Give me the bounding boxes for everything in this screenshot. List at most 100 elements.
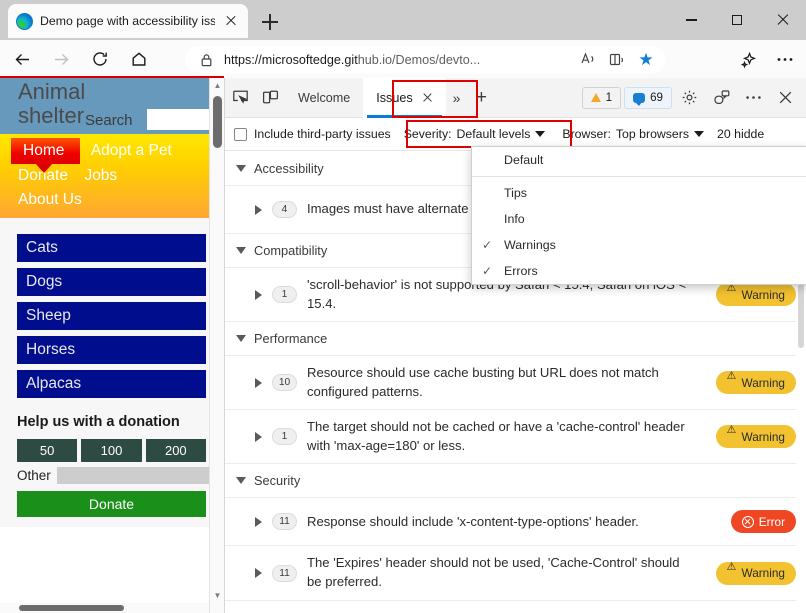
donation-amount-200[interactable]: 200 [145, 439, 206, 462]
issue-title: The 'Expires' header should not be used,… [307, 555, 680, 590]
browser-value: Top browsers [615, 127, 690, 141]
warning-triangle-icon [727, 281, 737, 299]
inspect-element-icon[interactable] [225, 78, 255, 118]
menu-item-label: Tips [504, 186, 527, 200]
issue-row[interactable]: 1 The target should not be cached or hav… [225, 410, 806, 465]
issue-count-badge: 1 [272, 286, 297, 304]
severity-dropdown-menu[interactable]: Default Tips Info ✓ Warnings ✓ Errors [471, 146, 806, 285]
browser-tab[interactable]: Demo page with accessibility iss [8, 4, 248, 38]
chevron-down-icon [236, 335, 246, 343]
app-window: Demo page with accessibility iss https:/… [0, 0, 806, 613]
site-category-cats[interactable]: Cats [17, 234, 206, 262]
site-nav-about[interactable]: About Us [12, 188, 88, 212]
chevron-down-icon [535, 131, 546, 137]
chevron-right-icon[interactable] [255, 431, 262, 442]
feedback-icon[interactable] [707, 84, 736, 112]
message-count: 69 [650, 91, 663, 104]
edge-logo-icon [16, 12, 33, 30]
menu-item-label: Warnings [504, 238, 556, 252]
donation-amount-100[interactable]: 100 [81, 439, 142, 462]
menu-item-info[interactable]: Info [472, 206, 806, 232]
menu-item-label: Default [504, 153, 544, 167]
issue-row[interactable]: 11 Response should include 'x-content-ty… [225, 498, 806, 547]
add-tool-button[interactable]: + [467, 78, 495, 118]
donation-other-input[interactable] [56, 467, 224, 484]
warning-triangle-icon [590, 93, 601, 102]
chevron-right-icon[interactable] [255, 204, 262, 215]
devtools-tab-welcome[interactable]: Welcome [285, 78, 363, 118]
home-icon[interactable] [122, 44, 156, 74]
menu-check-icon: ✓ [482, 264, 493, 278]
more-tabs-icon[interactable]: » [446, 90, 468, 106]
new-tab-button[interactable] [258, 10, 282, 34]
issue-group-performance[interactable]: Performance [225, 322, 806, 357]
browser-tab-title: Demo page with accessibility iss [40, 14, 215, 28]
site-category-horses[interactable]: Horses [17, 336, 206, 364]
site-nav-jobs[interactable]: Jobs [78, 164, 123, 188]
donation-amount-50[interactable]: 50 [17, 439, 78, 462]
device-emulation-icon[interactable] [255, 78, 285, 118]
site-category-sheep[interactable]: Sheep [17, 302, 206, 330]
site-search-input[interactable] [147, 109, 213, 130]
menu-item-warnings[interactable]: ✓ Warnings [472, 232, 806, 258]
minimize-button[interactable] [668, 0, 714, 40]
menu-item-errors[interactable]: ✓ Errors [472, 258, 806, 284]
browser-filter[interactable]: Browser: Top browsers [558, 125, 708, 143]
copilot-icon[interactable] [732, 46, 766, 73]
chevron-right-icon[interactable] [255, 516, 262, 527]
devtools-close-icon[interactable] [771, 84, 800, 112]
tab-close-icon[interactable] [222, 12, 240, 30]
issue-count-badge: 10 [272, 374, 297, 392]
refresh-icon[interactable] [83, 44, 117, 74]
chevron-down-icon [236, 247, 246, 254]
severity-value: Default levels [456, 127, 531, 141]
devtools-tab-issues[interactable]: Issues [363, 77, 446, 118]
chevron-right-icon[interactable] [255, 377, 262, 388]
issue-title: Resource should use cache busting but UR… [307, 365, 659, 399]
read-aloud-icon[interactable] [577, 49, 599, 71]
devtools-tab-bar: Welcome Issues » + 1 69 [225, 77, 806, 118]
chevron-right-icon[interactable] [255, 289, 262, 300]
site-nav-home[interactable]: Home [11, 138, 81, 173]
favorite-star-icon[interactable]: ★ [635, 49, 657, 71]
menu-item-default[interactable]: Default [472, 147, 806, 173]
issue-group-security[interactable]: Security [225, 464, 806, 499]
site-nav-row-1: Home Adopt a Pet [0, 138, 224, 173]
status-badge-label: Warning [741, 566, 786, 581]
devtools-more-icon[interactable] [739, 84, 768, 112]
status-badge-label: Warning [741, 287, 786, 302]
address-bar[interactable]: https://microsoftedge.github.io/Demos/de… [185, 46, 665, 73]
page-hscroll-thumb[interactable] [19, 605, 124, 611]
page-vertical-scrollbar[interactable]: ▲ ▼ [209, 78, 224, 613]
devtools-tab-close-icon[interactable] [422, 92, 433, 103]
maximize-button[interactable] [714, 0, 760, 40]
url-path: hub.io/Demos/devto... [357, 52, 481, 67]
back-icon[interactable] [5, 44, 39, 74]
site-header: Animal shelter Search [0, 78, 224, 134]
donate-button[interactable]: Donate [17, 491, 206, 517]
site-nav-adopt[interactable]: Adopt a Pet [85, 139, 178, 163]
gear-icon[interactable] [675, 84, 704, 112]
menu-item-tips[interactable]: Tips [472, 180, 806, 206]
close-window-button[interactable] [760, 0, 806, 40]
warning-counter[interactable]: 1 [581, 86, 622, 109]
browser-more-icon[interactable] [768, 46, 802, 73]
scroll-up-icon[interactable]: ▲ [210, 78, 224, 93]
issue-row[interactable]: 10 Resource should use cache busting but… [225, 356, 806, 411]
page-scroll-thumb[interactable] [213, 96, 222, 148]
chevron-down-icon [694, 131, 705, 137]
immersive-reader-icon[interactable] [606, 49, 628, 71]
scroll-down-icon[interactable]: ▼ [210, 588, 224, 603]
site-category-alpacas[interactable]: Alpacas [17, 370, 206, 398]
site-category-dogs[interactable]: Dogs [17, 268, 206, 296]
chevron-right-icon[interactable] [255, 568, 262, 579]
third-party-label[interactable]: Include third-party issues [254, 127, 391, 141]
third-party-checkbox[interactable] [234, 127, 247, 141]
page-horizontal-scrollbar[interactable] [0, 603, 209, 613]
issue-title: Response should include 'x-content-type-… [307, 513, 639, 529]
issue-count-badge: 4 [272, 201, 297, 218]
issue-row[interactable]: 11 The 'Expires' header should not be us… [225, 546, 806, 601]
page-viewport: Animal shelter Search Home Adopt a Pet D… [0, 78, 224, 613]
message-counter[interactable]: 69 [624, 86, 672, 109]
severity-filter[interactable]: Severity: Default levels [400, 125, 550, 143]
